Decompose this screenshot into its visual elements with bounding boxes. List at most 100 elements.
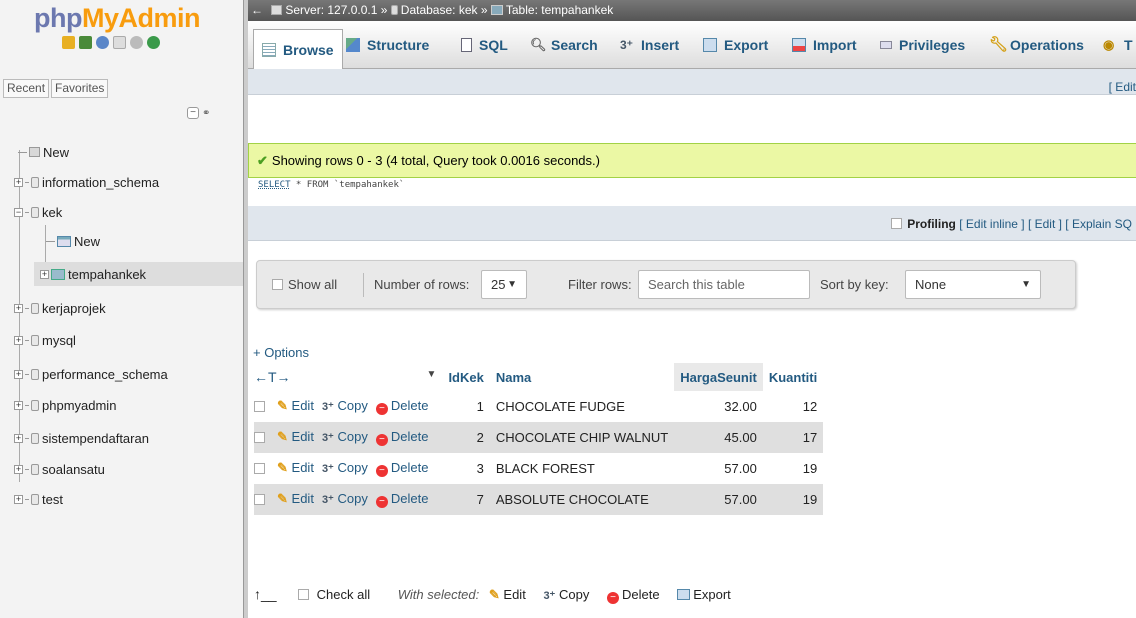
tree-item-soalansatu[interactable]: + soalansatu [14, 457, 105, 481]
sort-by-key-select[interactable]: None ▼ [905, 270, 1041, 299]
copy-button[interactable]: 3⁺ Copy [322, 398, 368, 413]
column-resize-header[interactable]: ←T→ ▼ [254, 363, 443, 391]
explain-sql-link[interactable]: [ Explain SQ [1065, 217, 1132, 231]
cell-hargaseunit[interactable]: 45.00 [674, 422, 763, 453]
edit-button[interactable]: ✎ Edit [277, 491, 314, 506]
collapse-all-icon[interactable]: − [187, 107, 199, 119]
tree-item-sistempendaftaran[interactable]: + sistempendaftaran [14, 426, 149, 450]
column-move-arrows[interactable]: ←T→ [254, 369, 291, 385]
cell-nama[interactable]: ABSOLUTE CHOCOLATE [489, 484, 675, 515]
tree-item-information-schema[interactable]: + information_schema [14, 170, 159, 194]
sort-dropdown-icon[interactable]: ▼ [427, 369, 437, 380]
filter-rows-input[interactable]: Search this table [638, 270, 810, 299]
settings-gear-icon[interactable] [130, 36, 143, 49]
breadcrumb-database[interactable]: Database: kek [401, 3, 478, 17]
tab-operations[interactable]: 🔧︎ Operations [989, 32, 1084, 57]
expand-icon[interactable]: + [14, 303, 23, 313]
cell-hargaseunit[interactable]: 57.00 [674, 484, 763, 515]
row-checkbox[interactable] [254, 401, 265, 412]
expand-icon[interactable]: + [40, 269, 49, 279]
number-of-rows-select[interactable]: 25 ▼ [481, 270, 527, 299]
tree-item-kek-new[interactable]: New [46, 229, 100, 253]
sql-query-display[interactable]: SELECT * FROM `tempahankek` [258, 177, 404, 193]
tab-import[interactable]: Import [792, 32, 857, 57]
tree-item-performance-schema[interactable]: + performance_schema [14, 362, 168, 386]
copy-button[interactable]: 3⁺ Copy [322, 429, 368, 444]
profiling-checkbox[interactable] [891, 218, 903, 229]
expand-icon[interactable]: + [14, 400, 23, 410]
options-link[interactable]: + Options [253, 345, 309, 360]
copy-button[interactable]: 3⁺ Copy [322, 491, 368, 506]
row-checkbox[interactable] [254, 432, 265, 443]
column-header-nama[interactable]: Nama [489, 363, 675, 391]
column-header-idkek[interactable]: IdKek [442, 363, 490, 391]
tree-item-kerjaprojek[interactable]: + kerjaprojek [14, 296, 106, 320]
row-checkbox[interactable] [254, 494, 265, 505]
recent-tab[interactable]: Recent [3, 79, 50, 98]
breadcrumb-table[interactable]: Table: tempahankek [506, 3, 613, 17]
expand-icon[interactable]: + [14, 369, 23, 379]
logout-icon[interactable] [79, 36, 92, 49]
tab-structure[interactable]: Structure [346, 32, 429, 57]
bulk-copy-button[interactable]: 3⁺ Copy [543, 587, 589, 602]
check-all-label[interactable]: Check all [317, 587, 370, 602]
delete-button[interactable]: − Delete [375, 460, 428, 477]
docs-icon[interactable] [113, 36, 126, 49]
expand-icon[interactable]: + [14, 177, 23, 187]
show-all-control[interactable]: Show all [272, 277, 337, 292]
cell-kuantiti[interactable]: 12 [762, 391, 824, 422]
tree-item-tempahankek[interactable]: + tempahankek [34, 262, 243, 286]
tab-export[interactable]: Export [703, 32, 768, 57]
breadcrumb-server[interactable]: Server: 127.0.0.1 [285, 3, 377, 17]
bulk-export-button[interactable]: Export [677, 587, 731, 602]
bulk-edit-button[interactable]: ✎ Edit [489, 587, 526, 602]
expand-icon[interactable]: + [14, 494, 23, 504]
expand-icon[interactable]: + [14, 433, 23, 443]
check-all-checkbox[interactable] [297, 589, 309, 600]
tab-privileges[interactable]: Privileges [880, 32, 965, 57]
home-icon[interactable] [62, 36, 75, 49]
edit-button[interactable]: ✎ Edit [277, 429, 314, 444]
favorites-tab[interactable]: Favorites [51, 79, 109, 98]
row-checkbox[interactable] [254, 463, 265, 474]
tab-search[interactable]: 🔍︎ Search [530, 32, 598, 57]
cell-hargaseunit[interactable]: 32.00 [674, 391, 763, 422]
column-header-kuantiti[interactable]: Kuantiti [762, 363, 824, 391]
expand-icon[interactable]: + [14, 335, 23, 345]
delete-button[interactable]: − Delete [375, 398, 428, 415]
link-with-main-icon[interactable]: ⚭ [202, 108, 210, 119]
cell-hargaseunit[interactable]: 57.00 [674, 453, 763, 484]
copy-button[interactable]: 3⁺ Copy [322, 460, 368, 475]
tree-item-mysql[interactable]: + mysql [14, 328, 76, 352]
collapse-sidebar-arrow-icon[interactable]: ← [251, 0, 265, 21]
help-icon[interactable] [96, 36, 109, 49]
bulk-delete-button[interactable]: − Delete [606, 587, 660, 604]
cell-kuantiti[interactable]: 19 [762, 453, 824, 484]
cell-nama[interactable]: CHOCOLATE CHIP WALNUT [489, 422, 675, 453]
tab-browse[interactable]: Browse [253, 29, 343, 69]
tab-sql[interactable]: SQL [461, 32, 508, 57]
tree-item-phpmyadmin[interactable]: + phpmyadmin [14, 393, 116, 417]
edit-query-link[interactable]: [ Edit ] [1028, 217, 1062, 231]
column-header-hargaseunit[interactable]: HargaSeunit [674, 363, 763, 391]
cell-nama[interactable]: BLACK FOREST [489, 453, 675, 484]
cell-idkek[interactable]: 1 [442, 391, 490, 422]
delete-button[interactable]: − Delete [375, 429, 428, 446]
tab-more[interactable]: ◉ T [1103, 32, 1133, 57]
expand-icon[interactable]: + [14, 464, 23, 474]
delete-button[interactable]: − Delete [375, 491, 428, 508]
tree-item-new[interactable]: New [18, 140, 69, 164]
collapse-icon[interactable]: − [14, 207, 23, 217]
cell-idkek[interactable]: 7 [442, 484, 490, 515]
tree-item-kek[interactable]: − kek [14, 200, 62, 224]
cell-kuantiti[interactable]: 19 [762, 484, 824, 515]
edit-button[interactable]: ✎ Edit [277, 460, 314, 475]
reload-icon[interactable] [147, 36, 160, 49]
cell-nama[interactable]: CHOCOLATE FUDGE [489, 391, 675, 422]
tree-item-test[interactable]: + test [14, 487, 63, 511]
show-all-checkbox[interactable] [272, 279, 283, 290]
edit-link[interactable]: [ Edit [1109, 80, 1136, 94]
cell-kuantiti[interactable]: 17 [762, 422, 824, 453]
phpmyadmin-logo[interactable]: phpMyAdmin [34, 2, 200, 34]
tab-insert[interactable]: 3⁺ Insert [620, 32, 679, 57]
